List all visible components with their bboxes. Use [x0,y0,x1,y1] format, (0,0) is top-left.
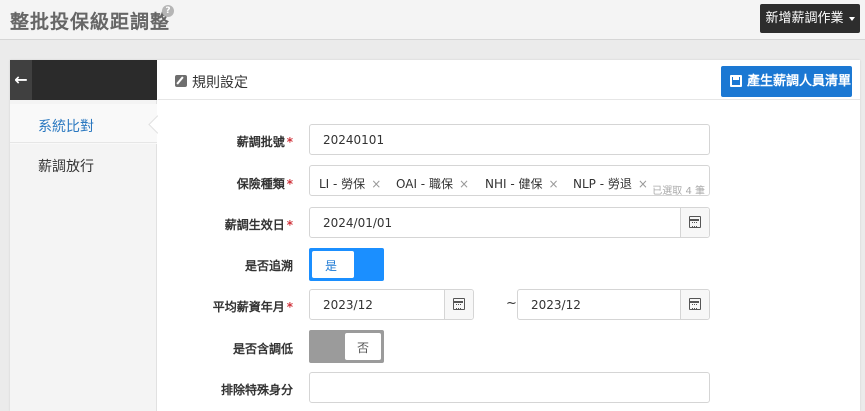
remove-tag-icon[interactable]: × [371,177,381,191]
exclude-identity-label: 排除特殊身分 [220,383,293,397]
selected-count: 已選取 4 筆 [652,186,705,197]
avg-salary-month-to-value: 2023/12 [531,298,581,312]
calendar-icon [689,298,701,310]
remove-tag-icon[interactable]: × [549,177,559,191]
avg-salary-month-from-value: 2023/12 [323,298,373,312]
calendar-icon [453,298,465,310]
toggle-knob: 否 [345,333,381,360]
batch-no-input[interactable]: 20240101 [309,124,710,155]
caret-down-icon [848,16,855,21]
sidebar-item-label: 系統比對 [38,119,94,135]
main-area: 規則設定 產生薪調人員清單 薪調批號 * 20240101 保險種類 * LI - … [158,60,860,411]
remove-tag-icon[interactable]: × [459,177,469,191]
batch-no-value: 20240101 [323,133,385,147]
remove-tag-icon[interactable]: × [638,177,648,191]
section-title: 規則設定 [192,75,248,91]
exclude-identity-input[interactable] [309,372,710,403]
calendar-icon [689,216,701,228]
save-icon [730,75,742,87]
range-separator: ~ [506,296,517,311]
section-header: 規則設定 產生薪調人員清單 [158,60,860,100]
effective-date-input[interactable]: 2024/01/01 [309,207,710,238]
generate-list-button[interactable]: 產生薪調人員清單 [721,66,852,97]
edit-icon [175,75,187,87]
tag-nhi: NHI - 健保 × [485,177,559,191]
content-panel: ← 系統比對 薪調放行 規則設定 產生薪調人員清單 薪調批號 * 20240101… [10,60,860,411]
effective-date-label: 薪調生效日 * [224,218,293,232]
retroactive-toggle[interactable]: 是 [309,248,384,281]
new-salary-job-label: 新增薪調作業 [765,11,844,26]
calendar-button[interactable] [680,290,709,319]
toggle-knob: 是 [312,251,354,278]
calendar-button[interactable] [680,208,709,237]
avg-salary-month-from-input[interactable]: 2023/12 [309,289,474,320]
tag-li: LI - 勞保 × [319,177,382,191]
sidebar-header: ← [10,60,157,100]
sidebar-item-system-compare[interactable]: 系統比對 [10,104,157,144]
sidebar: ← 系統比對 薪調放行 [10,60,157,411]
avg-salary-month-label: 平均薪資年月 * [212,300,293,314]
sidebar-item-salary-release[interactable]: 薪調放行 [10,144,157,184]
insurance-type-label: 保險種類 * [236,177,293,191]
calendar-button[interactable] [444,290,473,319]
help-icon[interactable]: ? [162,5,174,17]
effective-date-value: 2024/01/01 [323,216,393,230]
page-title: 整批投保級距調整 [10,11,171,33]
avg-salary-month-to-input[interactable]: 2023/12 [517,289,710,320]
insurance-type-multiselect[interactable]: LI - 勞保 × OAI - 職保 × NHI - 健保 × NLP - 勞退 × 已… [309,165,710,197]
sidebar-divider [10,142,157,143]
batch-no-label: 薪調批號 * [236,135,293,149]
tag-nlp: NLP - 勞退 × [573,177,648,191]
sidebar-item-label: 薪調放行 [38,159,94,175]
tag-oai: OAI - 職保 × [396,177,470,191]
new-salary-job-button[interactable]: 新增薪調作業 [760,4,860,33]
retroactive-label: 是否追溯 [244,259,293,273]
include-decrease-label: 是否含調低 [232,342,293,356]
back-arrow-icon[interactable]: ← [10,60,32,100]
generate-list-label: 產生薪調人員清單 [747,74,852,89]
include-decrease-toggle[interactable]: 否 [309,330,384,363]
top-bar: 整批投保級距調整 ? 新增薪調作業 [0,0,865,40]
